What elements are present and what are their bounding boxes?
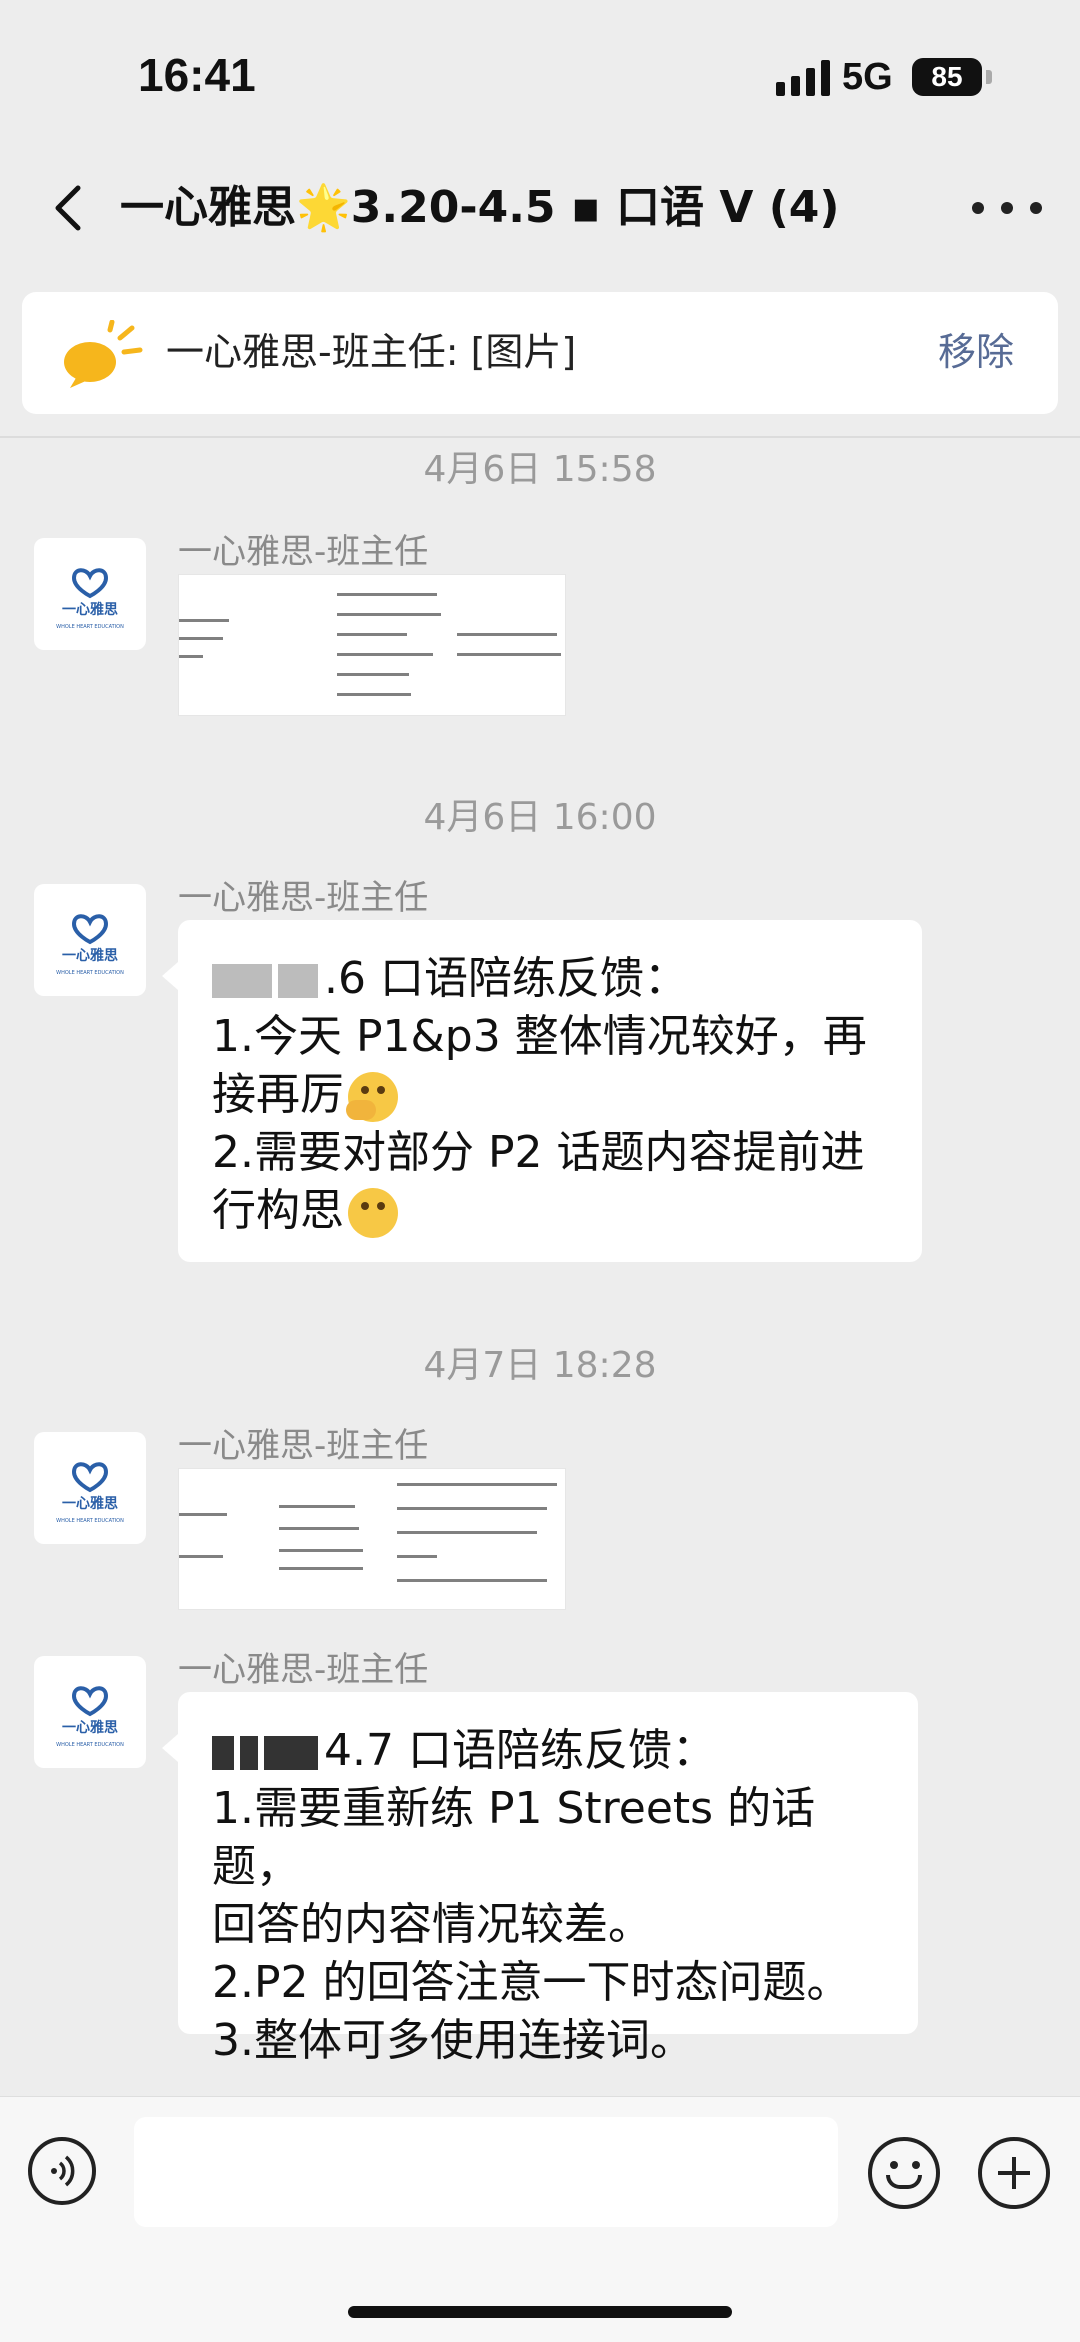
svg-text:一心雅思: 一心雅思 (62, 601, 118, 618)
announcement-icon (62, 319, 146, 390)
message-input[interactable] (134, 2117, 838, 2227)
header-divider (0, 436, 1080, 438)
message-timestamp: 4月6日 15:58 (423, 449, 657, 490)
image-message[interactable] (178, 574, 566, 716)
message-line: 4.7 口语陪练反馈： (212, 1722, 884, 1780)
sender-name: 一心雅思-班主任 (178, 1426, 429, 1466)
voice-icon (51, 2155, 75, 2187)
text-message[interactable]: 4.7 口语陪练反馈： 1.需要重新练 P1 Streets 的话题， 回答的内… (162, 1692, 918, 2066)
battery-cap (986, 70, 992, 84)
battery-icon: 85 (912, 58, 982, 96)
chat-header: 一心雅思🌟3.20-4.5 ▪ 口语 V (4) (0, 160, 1080, 260)
avatar[interactable]: 一心雅思 WHOLE HEART EDUCATION (34, 1656, 146, 1768)
redacted-name (264, 1736, 318, 1770)
brand-logo-icon: 一心雅思 WHOLE HEART EDUCATION (56, 568, 124, 630)
redacted-name (212, 964, 272, 998)
pinned-message[interactable]: 一心雅思-班主任: [图片] 移除 (22, 292, 1058, 414)
more-dot (1030, 202, 1042, 214)
svg-text:WHOLE HEART EDUCATION: WHOLE HEART EDUCATION (56, 624, 124, 630)
more-actions-button[interactable] (978, 2137, 1050, 2209)
remove-pin-button[interactable]: 移除 (938, 324, 1014, 380)
svg-text:WHOLE HEART EDUCATION: WHOLE HEART EDUCATION (56, 1518, 124, 1524)
text-message[interactable]: .6 口语陪练反馈： 1.今天 P1&p3 整体情况较好，再 接再厉 2.需要对… (162, 920, 922, 1262)
svg-text:WHOLE HEART EDUCATION: WHOLE HEART EDUCATION (56, 1742, 124, 1748)
more-dot (1001, 202, 1013, 214)
message-line: 1.今天 P1&p3 整体情况较好，再 (212, 1011, 867, 1062)
brand-logo-icon: 一心雅思 WHOLE HEART EDUCATION (56, 1686, 124, 1748)
message-line: .6 口语陪练反馈： (212, 950, 888, 1008)
message-timestamp: 4月7日 18:28 (423, 1345, 657, 1386)
message-line: 行构思 (212, 1182, 888, 1240)
avatar[interactable]: 一心雅思 WHOLE HEART EDUCATION (34, 1432, 146, 1544)
svg-text:一心雅思: 一心雅思 (62, 1495, 118, 1512)
back-button[interactable] (42, 178, 102, 238)
emoji-button[interactable] (868, 2137, 940, 2209)
pinned-text: 一心雅思-班主任: [图片] (166, 330, 577, 374)
message-line: 1.需要重新练 P1 Streets 的话题， (212, 1783, 816, 1892)
network-label: 5G (842, 56, 893, 98)
voice-input-button[interactable] (28, 2137, 96, 2205)
svg-text:WHOLE HEART EDUCATION: WHOLE HEART EDUCATION (56, 970, 124, 976)
redacted-name (278, 964, 318, 998)
avatar[interactable]: 一心雅思 WHOLE HEART EDUCATION (34, 884, 146, 996)
image-message[interactable] (178, 1468, 566, 1610)
status-bar: 16:41 5G 85 (0, 0, 1080, 150)
more-dot (972, 202, 984, 214)
sender-name: 一心雅思-班主任 (178, 1650, 429, 1690)
sender-name: 一心雅思-班主任 (178, 532, 429, 572)
thinking-face-emoji (348, 1188, 398, 1238)
svg-text:一心雅思: 一心雅思 (62, 947, 118, 964)
message-line: 接再厉 (212, 1066, 888, 1124)
redacted-name (240, 1736, 258, 1770)
home-indicator[interactable] (348, 2306, 732, 2318)
chevron-left-icon (55, 185, 81, 231)
sender-name: 一心雅思-班主任 (178, 878, 429, 918)
chat-title: 一心雅思🌟3.20-4.5 ▪ 口语 V (4) (120, 182, 840, 233)
svg-text:一心雅思: 一心雅思 (62, 1719, 118, 1736)
message-line: 回答的内容情况较差。 (212, 1899, 652, 1950)
brand-logo-icon: 一心雅思 WHOLE HEART EDUCATION (56, 914, 124, 976)
more-button[interactable] (972, 178, 1042, 238)
status-time: 16:41 (138, 49, 256, 101)
message-line: 2.需要对部分 P2 话题内容提前进 (212, 1127, 865, 1178)
redacted-name (212, 1736, 234, 1770)
message-line: 3.整体可多使用连接词。 (212, 2015, 694, 2066)
saluting-face-emoji (346, 1072, 398, 1122)
signal-icon (776, 60, 830, 96)
avatar[interactable]: 一心雅思 WHOLE HEART EDUCATION (34, 538, 146, 650)
brand-logo-icon: 一心雅思 WHOLE HEART EDUCATION (56, 1462, 124, 1524)
message-line: 2.P2 的回答注意一下时态问题。 (212, 1957, 851, 2008)
message-timestamp: 4月6日 16:00 (423, 797, 657, 838)
